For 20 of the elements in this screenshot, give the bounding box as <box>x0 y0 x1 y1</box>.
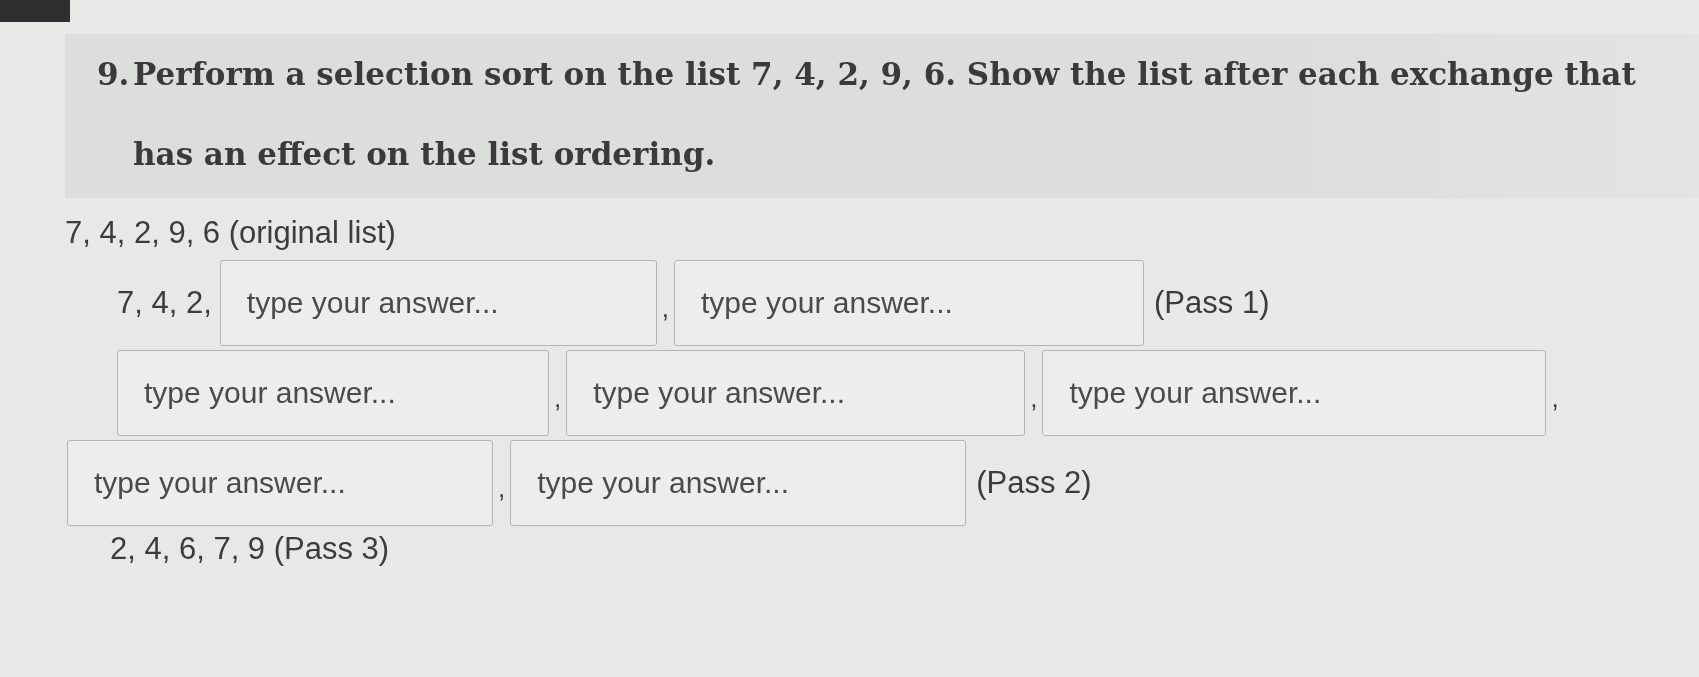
list-comma: , <box>1551 382 1559 415</box>
answer-field[interactable]: type your answer... <box>219 260 657 346</box>
list-comma: , <box>1030 382 1038 415</box>
screen-bezel-corner <box>0 0 70 22</box>
answer-field[interactable]: type your answer... <box>566 350 1026 436</box>
answer-field[interactable]: type your answer... <box>67 440 493 526</box>
answer-field[interactable]: type your answer... <box>510 440 967 526</box>
list-text: (Pass 2) <box>976 464 1092 502</box>
list-text: 7, 4, 2, <box>117 284 212 322</box>
list-comma: , <box>498 472 506 505</box>
list-text: 2, 4, 6, 7, 9 (Pass 3) <box>110 530 390 568</box>
list-comma: , <box>661 292 670 325</box>
answer-field[interactable]: type your answer... <box>1042 350 1547 436</box>
list-comma: , <box>554 382 562 415</box>
question-text: Perform a selection sort on the list 7, 4, 2, 9, 6. Show the list after each exchange that has an effect on the list ordering. <box>133 55 1637 174</box>
answer-field[interactable]: type your answer... <box>674 260 1145 346</box>
answer-field[interactable]: type your answer... <box>117 350 549 436</box>
list-text: 7, 4, 2, 9, 6 (original list) <box>65 214 396 252</box>
list-text: (Pass 1) <box>1154 284 1270 322</box>
question-number: 9. <box>97 55 131 94</box>
